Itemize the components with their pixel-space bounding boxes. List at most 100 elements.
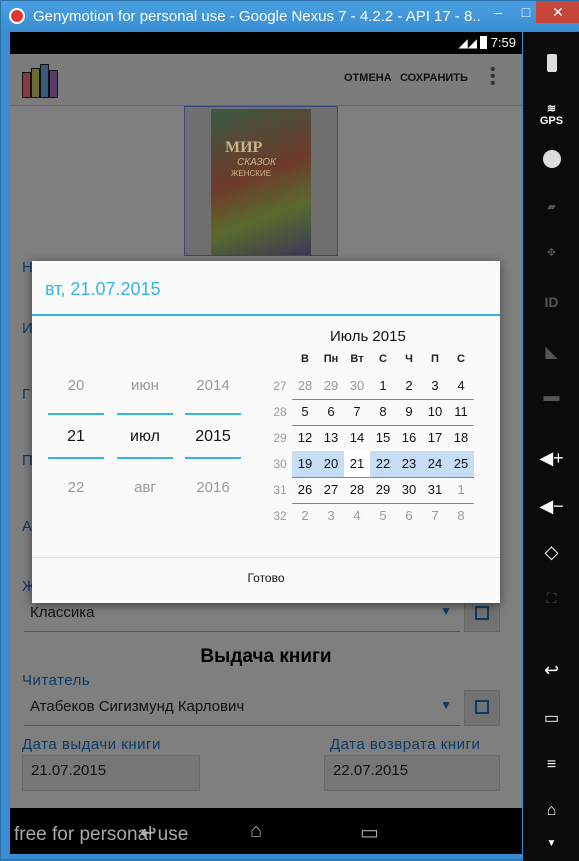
calendar-day[interactable]: 28 bbox=[292, 373, 318, 399]
calendar-day[interactable]: 30 bbox=[344, 373, 370, 399]
volume-down-icon[interactable]: ◀− bbox=[523, 496, 579, 517]
side-back-icon[interactable]: ↩ bbox=[523, 660, 579, 681]
rotate-icon[interactable]: ◇ bbox=[523, 542, 579, 563]
close-window-button[interactable]: ✕ bbox=[536, 1, 579, 23]
date-picker-dialog: вт, 21.07.2015 20 21 22 июн июл авг 2014… bbox=[32, 261, 500, 603]
side-power-icon[interactable]: ▼ bbox=[523, 838, 579, 849]
side-menu-icon[interactable]: ≡ bbox=[523, 756, 579, 774]
side-recent-icon[interactable]: ▭ bbox=[523, 708, 579, 728]
calendar-day[interactable]: 7 bbox=[344, 399, 370, 425]
calendar-day[interactable]: 3 bbox=[318, 503, 344, 529]
week-number: 30 bbox=[273, 457, 287, 471]
cover-text-2: СКАЗОК bbox=[237, 157, 276, 168]
return-date-label: Дата возврата книги bbox=[330, 736, 481, 753]
day-next[interactable]: 22 bbox=[48, 479, 104, 496]
day-prev[interactable]: 20 bbox=[48, 377, 104, 394]
calendar-day[interactable]: 21 bbox=[344, 451, 370, 477]
picker-line bbox=[185, 457, 241, 459]
calendar-day[interactable]: 12 bbox=[292, 425, 318, 451]
volume-up-icon[interactable]: ◀+ bbox=[523, 448, 579, 469]
sms-widget-icon[interactable]: ▬ bbox=[523, 388, 579, 406]
done-button[interactable]: Готово bbox=[32, 557, 500, 603]
return-date-field[interactable]: 22.07.2015 bbox=[324, 755, 500, 791]
reader-spinner[interactable]: Атабеков Сигизмунд Карлович ▼ bbox=[24, 690, 460, 726]
device-id-icon[interactable]: ID bbox=[523, 294, 579, 310]
calendar-day[interactable]: 5 bbox=[292, 399, 318, 425]
watermark-text: free for personal use bbox=[14, 824, 189, 845]
calendar-day[interactable]: 7 bbox=[422, 503, 448, 529]
week-number: 27 bbox=[273, 379, 287, 393]
save-button[interactable]: СОХРАНИТЬ bbox=[400, 72, 468, 84]
weekday-header: Ч bbox=[405, 353, 413, 365]
calendar-day[interactable]: 6 bbox=[396, 503, 422, 529]
scale-icon[interactable]: ⛶ bbox=[523, 590, 579, 607]
calendar-day[interactable]: 18 bbox=[448, 425, 474, 451]
calendar-day[interactable]: 24 bbox=[422, 451, 448, 477]
window-titlebar[interactable]: Genymotion for personal use - Google Nex… bbox=[1, 1, 579, 31]
battery-icon bbox=[480, 36, 487, 49]
calendar-day[interactable]: 30 bbox=[396, 477, 422, 503]
calendar-day[interactable]: 1 bbox=[448, 477, 474, 503]
calendar-day[interactable]: 1 bbox=[370, 373, 396, 399]
day-current[interactable]: 21 bbox=[48, 428, 104, 446]
cancel-button[interactable]: ОТМЕНА bbox=[344, 72, 392, 84]
calendar-day[interactable]: 26 bbox=[292, 477, 318, 503]
book-cover-frame[interactable]: МИР СКАЗОК ЖЕНСКИЕ bbox=[184, 106, 338, 256]
month-next[interactable]: авг bbox=[117, 479, 173, 496]
year-current[interactable]: 2015 bbox=[185, 428, 241, 446]
gps-widget-icon[interactable]: ≋ GPS bbox=[523, 102, 579, 127]
android-screen: ◢◢ 7:59 ОТМЕНА СОХРАНИТЬ • • • МИР СКАЗОК … bbox=[10, 32, 522, 854]
calendar-day[interactable]: 2 bbox=[396, 373, 422, 399]
calendar-day[interactable]: 28 bbox=[344, 477, 370, 503]
edit-reader-button[interactable] bbox=[464, 690, 500, 726]
calendar-day[interactable]: 2 bbox=[292, 503, 318, 529]
calendar-day[interactable]: 20 bbox=[318, 451, 344, 477]
calendar-day[interactable]: 27 bbox=[318, 477, 344, 503]
calendar-day[interactable]: 15 bbox=[370, 425, 396, 451]
app-logo-books-icon bbox=[22, 64, 62, 98]
battery-widget-icon[interactable] bbox=[523, 54, 579, 75]
calendar-day[interactable]: 23 bbox=[396, 451, 422, 477]
month-prev[interactable]: июн bbox=[117, 377, 173, 394]
calendar-day[interactable]: 4 bbox=[344, 503, 370, 529]
calendar-day[interactable]: 13 bbox=[318, 425, 344, 451]
overflow-menu-icon[interactable]: • • • bbox=[490, 62, 496, 92]
calendar-day[interactable]: 29 bbox=[318, 373, 344, 399]
calendar-day[interactable]: 16 bbox=[396, 425, 422, 451]
calendar-day[interactable]: 11 bbox=[448, 399, 474, 425]
dpad-widget-icon[interactable]: ✥ bbox=[523, 246, 579, 259]
status-bar: ◢◢ 7:59 bbox=[10, 32, 522, 54]
picker-line bbox=[185, 413, 241, 415]
calendar-day[interactable]: 6 bbox=[318, 399, 344, 425]
calendar-day[interactable]: 31 bbox=[422, 477, 448, 503]
year-prev[interactable]: 2014 bbox=[185, 377, 241, 394]
calendar-day[interactable]: 14 bbox=[344, 425, 370, 451]
recent-apps-icon[interactable]: ▭ bbox=[360, 820, 379, 845]
chevron-down-icon: ▼ bbox=[440, 604, 452, 618]
calendar-day[interactable]: 8 bbox=[370, 399, 396, 425]
month-current[interactable]: июл bbox=[117, 428, 173, 446]
calendar-day[interactable]: 5 bbox=[370, 503, 396, 529]
calendar-day[interactable]: 25 bbox=[448, 451, 474, 477]
minimize-button[interactable]: – bbox=[483, 1, 513, 23]
calendar-day[interactable]: 19 bbox=[292, 451, 318, 477]
calendar-day[interactable]: 9 bbox=[396, 399, 422, 425]
side-home-icon[interactable]: ⌂ bbox=[523, 802, 579, 820]
home-icon[interactable]: ⌂ bbox=[250, 820, 262, 843]
calendar-day[interactable]: 22 bbox=[370, 451, 396, 477]
issue-date-field[interactable]: 21.07.2015 bbox=[22, 755, 200, 791]
issue-section-title: Выдача книги bbox=[200, 646, 332, 667]
calendar-day[interactable]: 29 bbox=[370, 477, 396, 503]
year-next[interactable]: 2016 bbox=[185, 479, 241, 496]
calendar-day[interactable]: 17 bbox=[422, 425, 448, 451]
action-bar: ОТМЕНА СОХРАНИТЬ • • • bbox=[10, 54, 522, 106]
calendar-day[interactable]: 4 bbox=[448, 373, 474, 399]
network-widget-icon[interactable]: ◣ bbox=[523, 342, 579, 362]
webcam-widget-icon[interactable] bbox=[523, 150, 579, 171]
genymotion-window: Genymotion for personal use - Google Nex… bbox=[0, 0, 579, 861]
capture-widget-icon[interactable]: ▰ bbox=[523, 200, 579, 213]
calendar-day[interactable]: 10 bbox=[422, 399, 448, 425]
dialog-title: вт, 21.07.2015 bbox=[45, 279, 161, 299]
calendar-day[interactable]: 3 bbox=[422, 373, 448, 399]
calendar-day[interactable]: 8 bbox=[448, 503, 474, 529]
